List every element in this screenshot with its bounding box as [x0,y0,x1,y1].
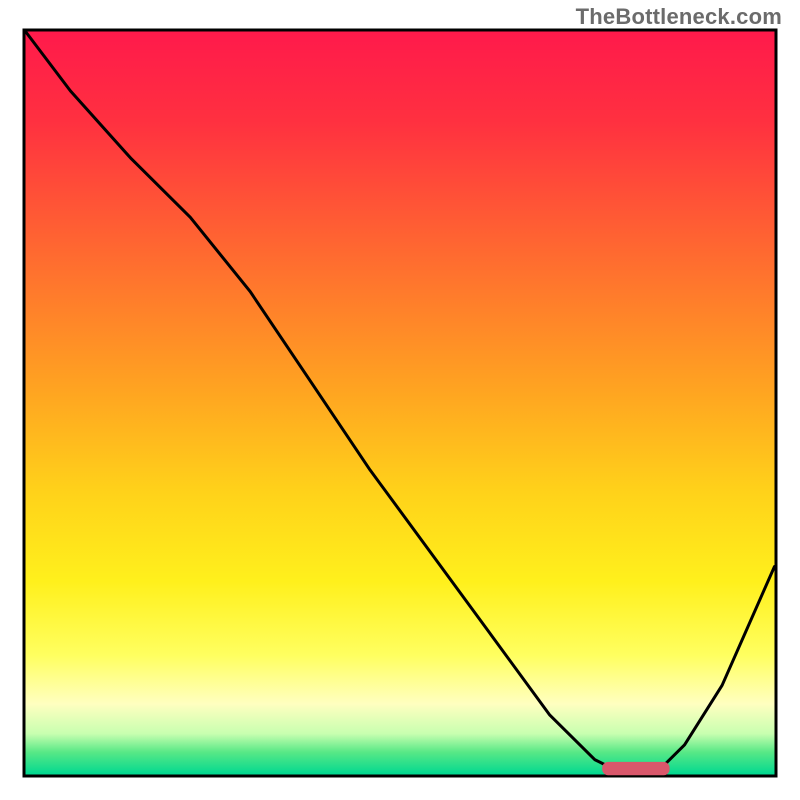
optimal-range-bar [602,762,669,775]
watermark-text: TheBottleneck.com [576,4,782,30]
bottleneck-chart [0,0,800,800]
plot-background [26,32,775,775]
